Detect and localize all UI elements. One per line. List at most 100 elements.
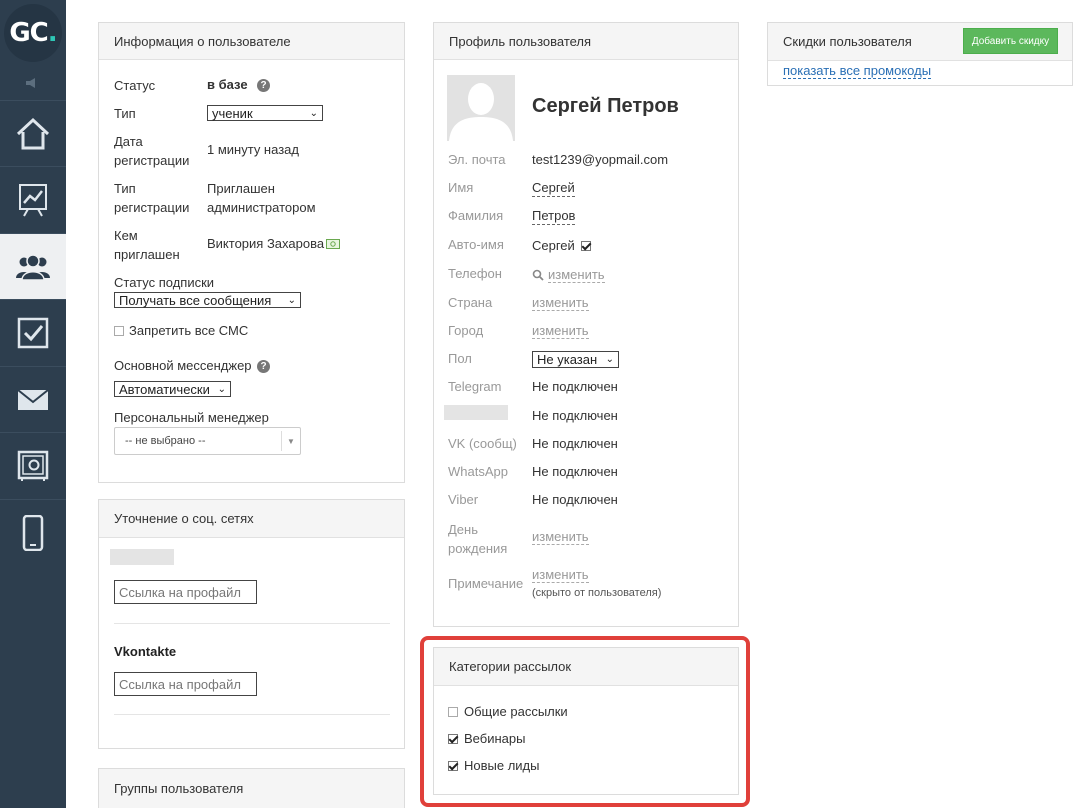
gender-select[interactable]: Не указан ⌄ <box>532 351 619 368</box>
social-profile-input-1[interactable]: Ссылка на профайл <box>114 580 257 604</box>
chevron-down-icon: ⌄ <box>287 294 296 306</box>
sidebar-item-sales[interactable] <box>0 432 66 498</box>
telegram-value: Не подключен <box>532 379 618 394</box>
phone-label: Телефон <box>448 266 502 281</box>
mailing-general-label: Общие рассылки <box>464 704 568 719</box>
vk-messages-value: Не подключен <box>532 436 618 451</box>
mailing-webinars-label: Вебинары <box>464 731 526 746</box>
note-label: Примечание <box>448 576 524 591</box>
email-value: test1239@yopmail.com <box>532 152 669 167</box>
ban-sms-row[interactable]: Запретить все СМС <box>114 323 248 338</box>
birthday-label-line1: День <box>448 522 478 537</box>
first-name-text: Сергей <box>532 180 575 197</box>
messenger-select[interactable]: Автоматически ⌄ <box>114 381 231 397</box>
type-select-value: ученик <box>212 105 253 121</box>
birthday-change-link[interactable]: изменить <box>532 529 589 545</box>
invited-label-line2: приглашен <box>114 247 180 262</box>
vk-label: Vkontakte <box>114 644 177 659</box>
divider <box>114 714 390 715</box>
last-name-text: Петров <box>532 208 576 225</box>
first-name-label: Имя <box>448 180 474 195</box>
country-change-link[interactable]: изменить <box>532 295 589 311</box>
add-discount-button[interactable]: Добавить скидку <box>963 28 1058 54</box>
profile-name: Сергей Петров <box>532 95 679 117</box>
safe-icon <box>17 450 49 481</box>
messenger-select-value: Автоматически <box>119 381 210 397</box>
reg-type-value: Приглашен администратором <box>207 179 316 217</box>
reg-date-label: Дата регистрации <box>114 132 189 170</box>
caret-down-icon: ▼ <box>281 431 300 451</box>
chevron-down-icon: ⌄ <box>309 107 318 119</box>
mailing-item-leads[interactable]: Новые лиды <box>448 758 540 773</box>
reg-type-label: Тип регистрации <box>114 179 189 217</box>
invited-label-line1: Кем <box>114 228 138 243</box>
birthday-label: День рождения <box>448 520 507 558</box>
manager-select[interactable]: -- не выбрано -- ▼ <box>114 427 301 455</box>
sidebar-item-tasks[interactable] <box>0 299 66 365</box>
logo-dot: . <box>47 18 58 48</box>
users-icon <box>16 253 50 281</box>
mailing-item-general[interactable]: Общие рассылки <box>448 704 568 719</box>
groups-panel: Группы пользователя <box>98 768 405 808</box>
show-promos-link[interactable]: показать все промокоды <box>783 63 932 79</box>
reg-type-value-line2: администратором <box>207 200 316 215</box>
mailing-general-checkbox[interactable] <box>448 706 458 717</box>
auto-name-checkbox[interactable] <box>580 240 591 251</box>
ban-sms-checkbox[interactable] <box>114 325 124 336</box>
last-name-value[interactable]: Петров <box>532 208 576 225</box>
social-profile-input-vk[interactable]: Ссылка на профайл <box>114 672 257 696</box>
reg-type-label-line1: Тип <box>114 181 136 196</box>
checkbox-icon <box>17 317 49 348</box>
type-label: Тип <box>114 106 136 121</box>
note-change-link[interactable]: изменить <box>532 567 589 583</box>
social-profile-placeholder-1: Ссылка на профайл <box>119 584 241 600</box>
show-promos[interactable]: показать все промокоды <box>783 63 932 79</box>
auto-name-row: Сергей <box>532 238 591 253</box>
divider <box>114 623 390 624</box>
sidebar-item-reports[interactable] <box>0 166 66 232</box>
subscription-select[interactable]: Получать все сообщения ⌄ <box>114 292 301 308</box>
gender-select-value: Не указан <box>537 352 598 367</box>
messenger-help-icon[interactable]: ? <box>257 358 270 374</box>
city-change[interactable]: изменить <box>532 323 589 339</box>
gender-label: Пол <box>448 351 472 366</box>
mailing-leads-checkbox[interactable] <box>448 760 458 771</box>
birthday-change[interactable]: изменить <box>532 529 589 545</box>
phone-change[interactable]: изменить <box>532 267 605 283</box>
first-name-value[interactable]: Сергей <box>532 180 575 197</box>
last-name-label: Фамилия <box>448 208 504 223</box>
sidebar-item-mobile[interactable] <box>0 499 66 565</box>
avatar-silhouette-icon <box>447 75 515 141</box>
mailing-title: Категории рассылок <box>434 648 738 686</box>
sidebar-item-home[interactable] <box>0 100 66 166</box>
sidebar-item-mail[interactable] <box>0 366 66 432</box>
whatsapp-value: Не подключен <box>532 464 618 479</box>
mailing-item-webinars[interactable]: Вебинары <box>448 731 525 746</box>
social-profile-placeholder-vk: Ссылка на профайл <box>119 676 241 692</box>
note-change[interactable]: изменить <box>532 567 589 583</box>
social-panel: Уточнение о соц. сетях <box>98 499 405 749</box>
hidden-messenger-value: Не подключен <box>532 408 618 423</box>
whatsapp-label: WhatsApp <box>448 464 508 479</box>
phone-change-link[interactable]: изменить <box>548 267 605 283</box>
country-change[interactable]: изменить <box>532 295 589 311</box>
manager-label: Персональный менеджер <box>114 410 269 425</box>
reg-type-value-line1: Приглашен <box>207 181 275 196</box>
viber-value: Не подключен <box>532 492 618 507</box>
logo[interactable]: GC. <box>0 0 66 66</box>
user-info-title: Информация о пользователе <box>99 23 404 60</box>
chevron-down-icon: ⌄ <box>217 383 226 395</box>
invited-value[interactable]: Виктория Захарова <box>207 236 324 251</box>
status-help-icon[interactable]: ? <box>257 77 270 93</box>
type-select[interactable]: ученик ⌄ <box>207 105 323 121</box>
sidebar-collapse-toggle[interactable] <box>0 66 66 100</box>
avatar[interactable] <box>447 75 515 141</box>
money-icon[interactable] <box>326 237 340 252</box>
city-change-link[interactable]: изменить <box>532 323 589 339</box>
sidebar-item-users[interactable] <box>0 233 66 299</box>
vk-messages-label: VK (сообщ) <box>448 436 517 451</box>
messenger-label: Основной мессенджер <box>114 358 252 373</box>
mailing-webinars-checkbox[interactable] <box>448 733 458 744</box>
subscription-select-value: Получать все сообщения <box>119 292 272 308</box>
groups-title: Группы пользователя <box>99 769 404 808</box>
